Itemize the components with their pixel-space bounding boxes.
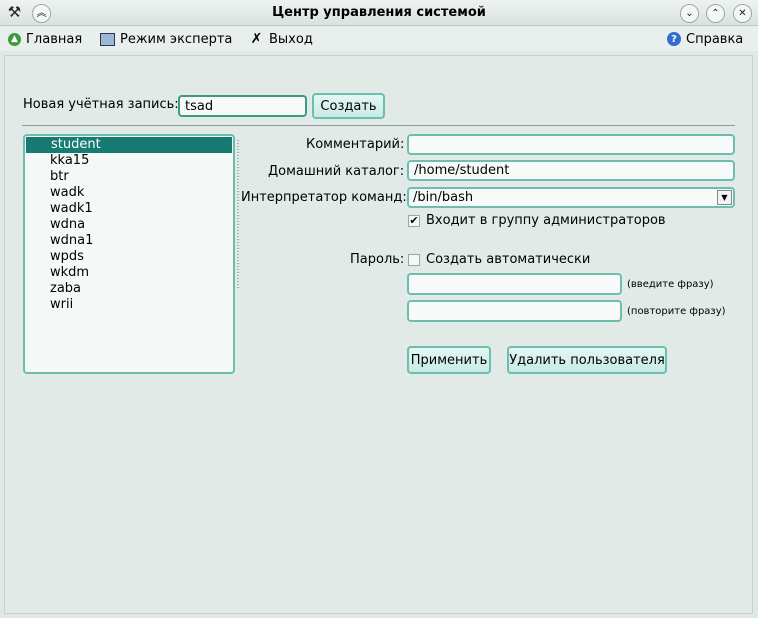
user-list-item[interactable]: wrii — [25, 297, 233, 313]
checkmark-icon: ✔ — [409, 214, 419, 227]
menu-exit[interactable]: ✗ Выход — [249, 31, 313, 47]
new-account-input[interactable] — [178, 95, 307, 117]
menu-help-label: Справка — [686, 31, 744, 47]
menu-home[interactable]: ▲ Главная — [8, 31, 82, 47]
password-label: Пароль: — [350, 252, 405, 267]
menu-expert-label: Режим эксперта — [120, 31, 233, 47]
user-list-item[interactable]: wadk1 — [25, 201, 233, 217]
user-list[interactable]: student kka15 btr wadk wadk1 wdna wdna1 wpds wkd… — [23, 134, 235, 374]
menu-expert-mode[interactable]: Режим эксперта — [100, 31, 232, 47]
comment-label: Комментарий: — [306, 137, 405, 152]
menu-help[interactable]: ? Справка — [667, 31, 743, 47]
title-bar: ⚒ ︽ Центр управления системой ⌄ ⌃ ✕ — [0, 0, 758, 26]
user-list-item[interactable]: zaba — [25, 281, 233, 297]
password-input[interactable] — [407, 273, 622, 295]
computer-icon — [100, 32, 115, 46]
maximize-button[interactable]: ⌃ — [706, 4, 725, 23]
user-list-item[interactable]: student — [26, 137, 232, 153]
user-list-item[interactable]: wadk — [25, 185, 233, 201]
repeat-phrase-hint: (повторите фразу) — [627, 306, 726, 317]
user-list-item[interactable]: wdna1 — [25, 233, 233, 249]
home-arrow-icon: ▲ — [8, 32, 21, 46]
menu-bar: ▲ Главная Режим эксперта ✗ Выход ? Справ… — [0, 26, 758, 51]
user-list-item[interactable]: wkdm — [25, 265, 233, 281]
create-button[interactable]: Создать — [312, 93, 385, 119]
splitter-handle[interactable] — [237, 140, 239, 290]
auto-password-label: Создать автоматически — [426, 252, 591, 267]
shell-select[interactable]: /bin/bash ▼ — [407, 187, 735, 208]
apply-button[interactable]: Применить — [407, 346, 491, 374]
dropdown-arrow-icon[interactable]: ▼ — [717, 190, 732, 205]
shell-value: /bin/bash — [413, 190, 474, 205]
shell-label: Интерпретатор команд: — [241, 190, 407, 205]
password-repeat-input[interactable] — [407, 300, 622, 322]
comment-input[interactable] — [407, 134, 735, 155]
minimize-button[interactable]: ⌄ — [680, 4, 699, 23]
user-list-item[interactable]: kka15 — [25, 153, 233, 169]
admin-group-label: Входит в группу администраторов — [426, 213, 666, 228]
auto-password-checkbox[interactable] — [408, 254, 420, 266]
user-list-item[interactable]: wpds — [25, 249, 233, 265]
menu-exit-label: Выход — [269, 31, 313, 47]
enter-phrase-hint: (введите фразу) — [627, 279, 714, 290]
window-title: Центр управления системой — [272, 5, 486, 20]
help-icon: ? — [667, 32, 681, 46]
user-list-item[interactable]: btr — [25, 169, 233, 185]
user-list-item[interactable]: wdna — [25, 217, 233, 233]
user-list-rows: student kka15 btr wadk wadk1 wdna wdna1 wpds wkd… — [25, 137, 233, 313]
menu-home-label: Главная — [26, 31, 83, 47]
admin-group-checkbox[interactable]: ✔ — [408, 215, 420, 227]
separator — [22, 125, 735, 126]
exit-tools-icon: ✗ — [250, 31, 263, 47]
delete-user-button[interactable]: Удалить пользователя — [507, 346, 667, 374]
close-button[interactable]: ✕ — [733, 4, 752, 23]
home-dir-label: Домашний каталог: — [268, 164, 405, 179]
home-dir-input[interactable] — [407, 160, 735, 181]
new-account-label: Новая учётная запись: — [23, 97, 179, 112]
